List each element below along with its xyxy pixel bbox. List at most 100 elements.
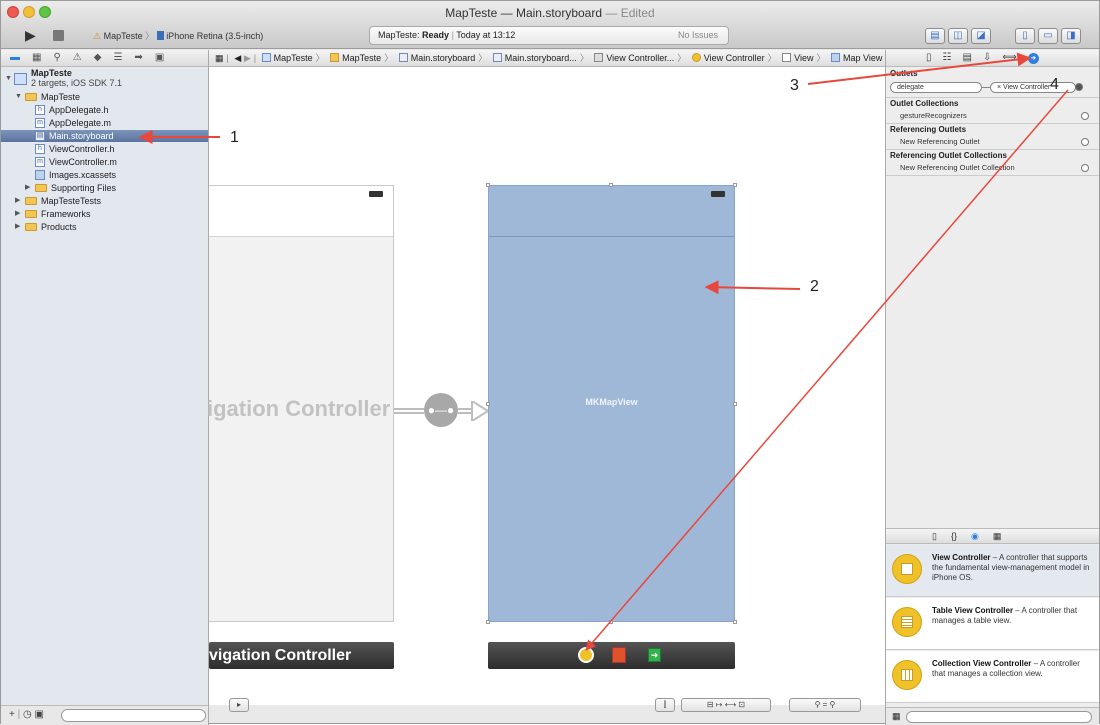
file-row[interactable]: m AppDelegate.m (1, 117, 208, 129)
group-row[interactable]: ▶ MapTesteTests (1, 195, 208, 207)
connection-circle[interactable] (1081, 138, 1089, 146)
connection-circle[interactable] (1081, 112, 1089, 120)
resize-handle[interactable] (733, 402, 737, 406)
test-navigator-icon[interactable]: ◆ (94, 50, 102, 66)
layout-controls[interactable]: ⊟ ↦ ⟷ ⊡ (681, 698, 771, 712)
object-library-icon[interactable]: ◉ (971, 529, 979, 543)
version-editor-icon[interactable]: ◪ (971, 28, 991, 44)
recent-filter-icon[interactable]: ◷ (23, 709, 32, 720)
scheme-selector[interactable]: ⚠︎ MapTeste 〉 iPhone Retina (3.5-inch) (93, 29, 263, 42)
group-row-maptest[interactable]: ▼ MapTeste (1, 91, 208, 103)
zoom-controls[interactable]: ⚲ = ⚲ (789, 698, 861, 712)
view-controller-icon[interactable] (578, 647, 594, 663)
standard-editor-icon[interactable]: ▤ (925, 28, 945, 44)
editor-mode-group: ▤ ◫ ◪ (925, 28, 991, 44)
group-row[interactable]: ▶ Products (1, 221, 208, 233)
forward-icon[interactable]: ▶ (244, 53, 251, 63)
navigation-controller-dock[interactable]: vigation Controller (209, 642, 394, 669)
outlet-collection-row[interactable]: gestureRecognizers (886, 110, 1099, 121)
file-label: ViewController.m (49, 157, 117, 167)
library-filter-input[interactable] (906, 711, 1092, 723)
first-responder-icon[interactable] (612, 647, 626, 663)
debug-navigator-icon[interactable]: ☰ (113, 50, 122, 66)
resize-handle[interactable] (486, 402, 490, 406)
grid-view-icon[interactable]: ▦ (892, 711, 901, 722)
align-icon[interactable]: ⫿ (655, 698, 675, 712)
outlet-connection-circle[interactable] (1075, 83, 1083, 91)
file-row[interactable]: h AppDelegate.h (1, 104, 208, 116)
scheme-icon: ⚠︎ (93, 31, 102, 41)
file-row-selected[interactable]: ▤ Main.storyboard (1, 130, 208, 142)
connections-inspector-icon[interactable]: ➜ (1027, 53, 1039, 64)
resize-handle[interactable] (609, 620, 613, 624)
issue-navigator-icon[interactable]: ⚠ (73, 50, 82, 66)
toggle-navigator-icon[interactable]: ▯ (1015, 28, 1035, 44)
back-icon[interactable]: ◀ (234, 53, 241, 63)
scm-filter-icon[interactable]: ▣ (35, 709, 44, 720)
quick-help-icon[interactable]: ☷ (943, 50, 952, 66)
breadcrumb-item[interactable]: MapTeste (261, 53, 313, 63)
code-snippet-library-icon[interactable]: {} (951, 529, 957, 543)
project-row[interactable]: ▼ MapTeste 2 targets, iOS SDK 7.1 (1, 68, 208, 90)
library-item-title: Collection View Controller (932, 659, 1032, 668)
add-icon[interactable]: + (9, 709, 15, 720)
navigator-filter-input[interactable] (61, 709, 206, 722)
breadcrumb-item[interactable]: Main.storyboard... (492, 53, 577, 63)
breadcrumb-item[interactable]: View Controller (691, 53, 765, 63)
referencing-outlet-row[interactable]: New Referencing Outlet (886, 136, 1099, 147)
activity-app: MapTeste: (378, 30, 420, 40)
file-row[interactable]: h ViewController.h (1, 143, 208, 155)
run-button[interactable]: ▶ (25, 27, 36, 44)
device-name: iPhone Retina (3.5-inch) (166, 31, 264, 41)
resize-handle[interactable] (609, 183, 613, 187)
file-row[interactable]: Images.xcassets (1, 169, 208, 181)
breadcrumb-item[interactable]: View Controller... (594, 53, 674, 63)
library-item[interactable]: Collection View Controller – A controlle… (886, 651, 1099, 703)
breakpoint-navigator-icon[interactable]: ➡ (134, 50, 142, 66)
outlet-connection[interactable]: × View Controller (990, 82, 1076, 93)
toggle-utilities-icon[interactable]: ◨ (1061, 28, 1081, 44)
file-template-library-icon[interactable]: ▯ (932, 529, 937, 543)
connection-circle[interactable] (1081, 164, 1089, 172)
outlets-section: Outlets delegate × View Controller (886, 68, 1099, 98)
breadcrumb-item[interactable]: Map View (831, 53, 882, 63)
navigation-bar (209, 186, 393, 237)
file-row[interactable]: m ViewController.m (1, 156, 208, 168)
find-navigator-icon[interactable]: ⚲ (53, 50, 60, 66)
group-row-supporting[interactable]: ▶ Supporting Files (1, 182, 208, 194)
outlet-collections-header: Outlet Collections (890, 99, 959, 108)
size-inspector-icon[interactable]: ⟺ (1002, 50, 1016, 66)
assistant-editor-icon[interactable]: ◫ (948, 28, 968, 44)
view-controller-scene[interactable]: MKMapView (488, 185, 735, 622)
resize-handle[interactable] (733, 620, 737, 624)
attributes-inspector-icon[interactable]: ⇩ (983, 50, 991, 66)
activity-viewer: MapTeste: Ready | Today at 13:12 No Issu… (369, 26, 729, 45)
resize-handle[interactable] (486, 183, 490, 187)
resize-handle[interactable] (486, 620, 490, 624)
referencing-collection-row[interactable]: New Referencing Outlet Collection (886, 162, 1099, 173)
stop-button[interactable] (53, 30, 64, 41)
exit-icon[interactable]: ➜ (648, 648, 661, 662)
navigation-controller-scene[interactable]: igation Controller (207, 185, 394, 622)
library-item[interactable]: Table View Controller – A controller tha… (886, 598, 1099, 650)
file-inspector-icon[interactable]: ▯ (926, 50, 932, 66)
group-label: Supporting Files (51, 183, 117, 193)
related-items-icon[interactable]: ▦ (215, 53, 224, 63)
group-row[interactable]: ▶ Frameworks (1, 208, 208, 220)
storyboard-canvas[interactable]: igation Controller vigation Controller ●… (207, 67, 885, 705)
toggle-debug-icon[interactable]: ▭ (1038, 28, 1058, 44)
breadcrumb-item[interactable]: View (782, 53, 814, 63)
breadcrumb-item[interactable]: MapTeste (330, 53, 381, 63)
library-item[interactable]: View Controller – A controller that supp… (886, 545, 1099, 597)
resize-handle[interactable] (733, 183, 737, 187)
media-library-icon[interactable]: ▦ (993, 529, 1002, 543)
breadcrumb-item[interactable]: Main.storyboard (398, 53, 475, 63)
symbol-navigator-icon[interactable]: ▦ (32, 50, 41, 66)
segue-icon[interactable]: ●—● (424, 393, 458, 427)
folder-icon (25, 223, 37, 231)
project-navigator-icon[interactable]: ▬ (10, 50, 20, 66)
document-outline-icon[interactable]: ▸ (229, 698, 249, 712)
remove-connection-icon[interactable]: × (997, 84, 1001, 91)
identity-inspector-icon[interactable]: ▤ (962, 50, 971, 66)
log-navigator-icon[interactable]: ▣ (155, 50, 164, 66)
